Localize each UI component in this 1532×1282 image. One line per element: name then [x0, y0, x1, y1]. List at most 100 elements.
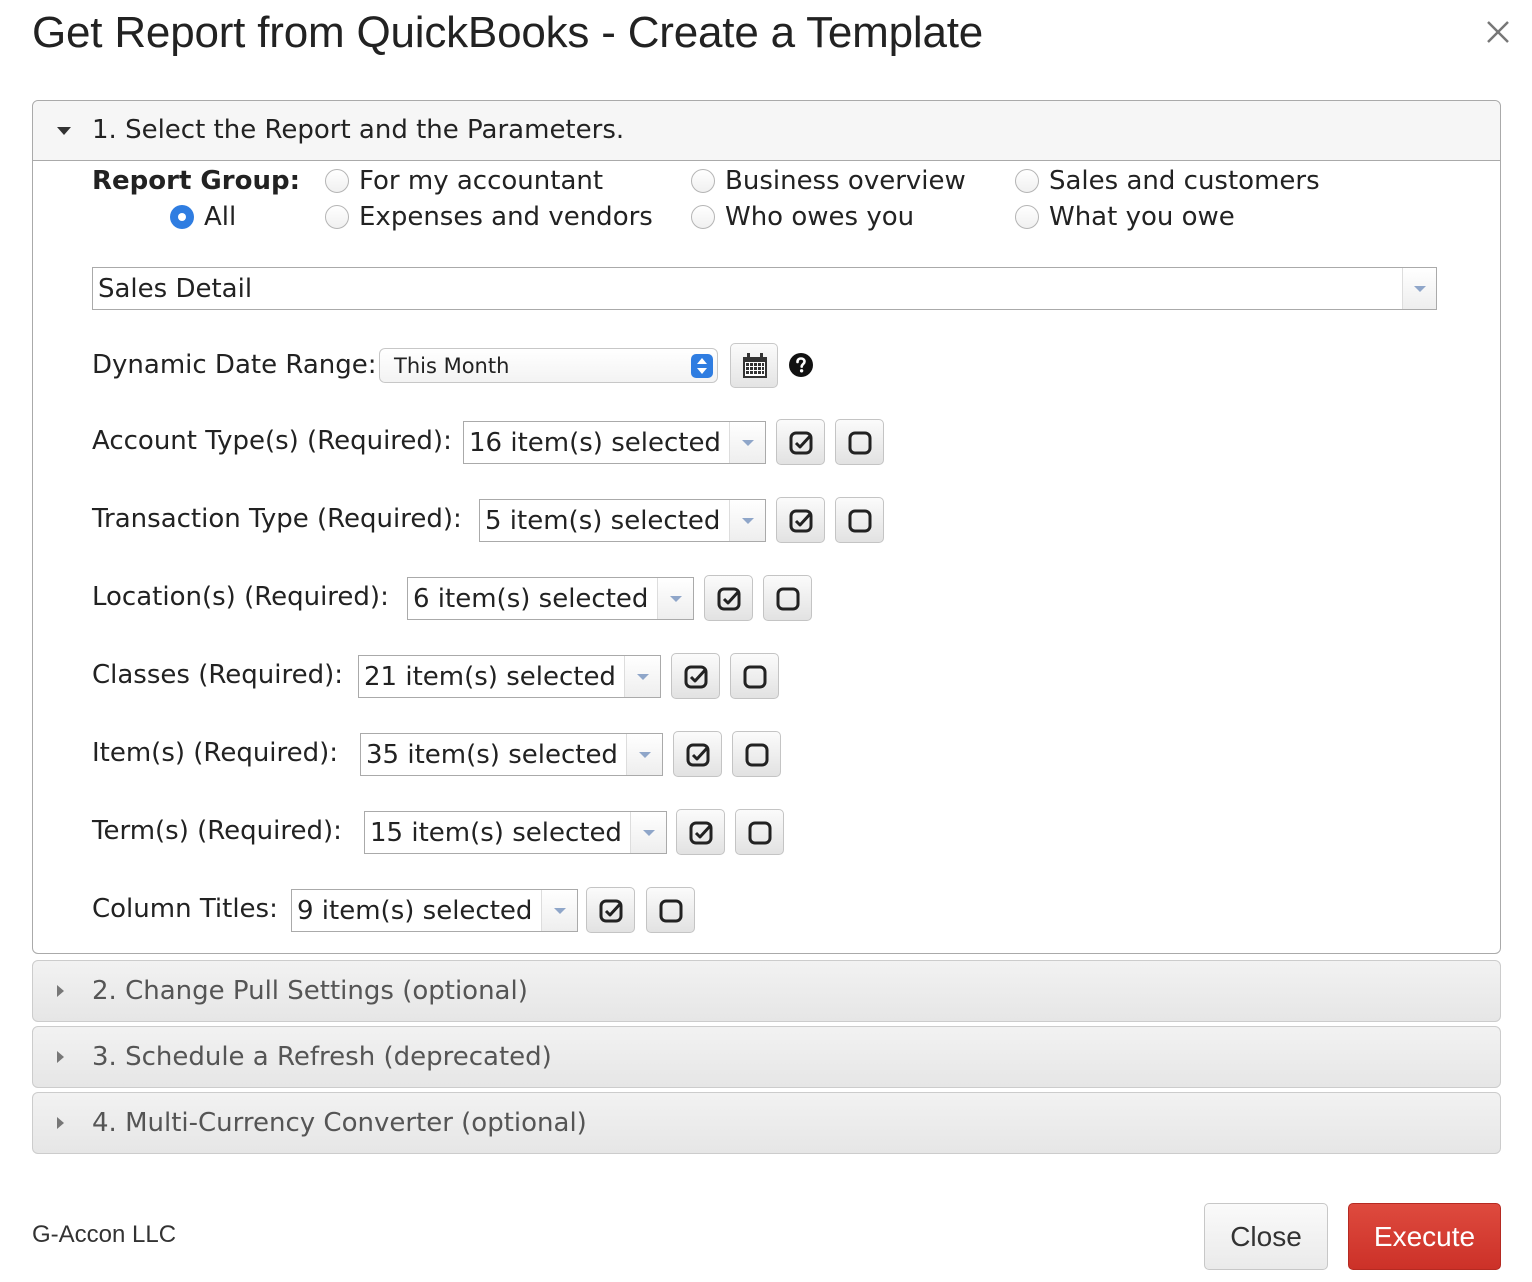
section-4-title: 4. Multi-Currency Converter (optional) [92, 1108, 587, 1138]
clear-all-icon [743, 665, 767, 689]
terms-label: Term(s) (Required): [92, 816, 342, 846]
clear-all-icon [848, 431, 872, 455]
items-clear-all-button[interactable] [732, 731, 781, 777]
dropdown-arrow-icon[interactable] [657, 578, 693, 619]
check-all-icon [689, 821, 713, 845]
section-1-header[interactable]: 1. Select the Report and the Parameters. [33, 101, 1500, 161]
items-value: 35 item(s) selected [366, 740, 618, 770]
radio-who-owes-you[interactable]: Who owes you [691, 202, 914, 232]
column-titles-label: Column Titles: [92, 894, 278, 924]
report-group-label: Report Group: [92, 166, 300, 196]
radio-expenses-and-vendors[interactable]: Expenses and vendors [325, 202, 653, 232]
terms-value: 15 item(s) selected [370, 818, 622, 848]
check-all-icon [789, 431, 813, 455]
terms-clear-all-button[interactable] [735, 809, 784, 855]
check-all-icon [686, 743, 710, 767]
radio-sales-and-customers[interactable]: Sales and customers [1015, 166, 1320, 196]
company-brand: G-Accon LLC [32, 1221, 177, 1248]
dropdown-arrow-icon[interactable] [541, 890, 577, 931]
check-all-icon [789, 509, 813, 533]
radio-what-you-owe[interactable]: What you owe [1015, 202, 1235, 232]
clear-all-icon [745, 743, 769, 767]
items-label: Item(s) (Required): [92, 738, 339, 768]
section-schedule-refresh[interactable]: 3. Schedule a Refresh (deprecated) [32, 1026, 1501, 1088]
radio-who-owes-you-label: Who owes you [725, 202, 915, 232]
classes-select[interactable]: 21 item(s) selected [358, 655, 661, 698]
dropdown-arrow-icon[interactable] [729, 422, 765, 463]
account-types-clear-all-button[interactable] [835, 419, 884, 465]
classes-label: Classes (Required): [92, 660, 343, 690]
dropdown-arrow-icon[interactable] [624, 656, 660, 697]
clear-all-icon [848, 509, 872, 533]
dialog-title: Get Report from QuickBooks - Create a Te… [32, 8, 984, 57]
section-select-report: 1. Select the Report and the Parameters.… [32, 100, 1501, 954]
locations-select[interactable]: 6 item(s) selected [407, 577, 694, 620]
transaction-type-value: 5 item(s) selected [485, 506, 721, 536]
radio-unchecked-icon [691, 205, 715, 229]
locations-select-all-button[interactable] [704, 575, 753, 621]
clear-all-icon [659, 899, 683, 923]
radio-unchecked-icon [325, 169, 349, 193]
section-pull-settings[interactable]: 2. Change Pull Settings (optional) [32, 960, 1501, 1022]
section-multi-currency[interactable]: 4. Multi-Currency Converter (optional) [32, 1092, 1501, 1154]
date-range-value: This Month [394, 354, 510, 378]
radio-expenses-and-vendors-label: Expenses and vendors [359, 202, 653, 232]
check-all-icon [684, 665, 708, 689]
calendar-icon [743, 353, 767, 378]
transaction-type-label: Transaction Type (Required): [92, 504, 462, 534]
section-1-title: 1. Select the Report and the Parameters. [92, 115, 625, 145]
column-titles-select-all-button[interactable] [586, 887, 635, 933]
dropdown-arrow-icon[interactable] [630, 812, 666, 853]
clear-all-icon [748, 821, 772, 845]
terms-select-all-button[interactable] [676, 809, 725, 855]
account-types-value: 16 item(s) selected [469, 428, 721, 458]
close-icon[interactable] [1484, 18, 1512, 46]
locations-clear-all-button[interactable] [763, 575, 812, 621]
account-types-select-all-button[interactable] [776, 419, 825, 465]
caret-right-icon [57, 985, 64, 997]
close-button[interactable]: Close [1204, 1203, 1328, 1270]
report-select[interactable]: Sales Detail [92, 267, 1437, 310]
select-stepper-icon [691, 354, 713, 378]
date-range-label: Dynamic Date Range: [92, 350, 377, 380]
radio-unchecked-icon [325, 205, 349, 229]
radio-business-overview-label: Business overview [725, 166, 966, 196]
caret-right-icon [57, 1117, 64, 1129]
radio-for-my-accountant[interactable]: For my accountant [325, 166, 603, 196]
radio-all-label: All [204, 202, 237, 232]
column-titles-clear-all-button[interactable] [646, 887, 695, 933]
dropdown-arrow-icon[interactable] [729, 500, 765, 541]
check-all-icon [599, 899, 623, 923]
help-icon[interactable] [789, 353, 813, 377]
date-range-select[interactable]: This Month [379, 348, 718, 383]
classes-select-all-button[interactable] [671, 653, 720, 699]
locations-label: Location(s) (Required): [92, 582, 389, 612]
dropdown-arrow-icon[interactable] [626, 734, 662, 775]
radio-checked-icon [170, 205, 194, 229]
transaction-type-select[interactable]: 5 item(s) selected [479, 499, 766, 542]
terms-select[interactable]: 15 item(s) selected [364, 811, 667, 854]
check-all-icon [717, 587, 741, 611]
items-select-all-button[interactable] [673, 731, 722, 777]
caret-down-icon [57, 127, 71, 135]
transaction-type-clear-all-button[interactable] [835, 497, 884, 543]
column-titles-value: 9 item(s) selected [297, 896, 533, 926]
account-types-label: Account Type(s) (Required): [92, 426, 452, 456]
clear-all-icon [776, 587, 800, 611]
classes-value: 21 item(s) selected [364, 662, 616, 692]
radio-business-overview[interactable]: Business overview [691, 166, 966, 196]
account-types-select[interactable]: 16 item(s) selected [463, 421, 766, 464]
transaction-type-select-all-button[interactable] [776, 497, 825, 543]
column-titles-select[interactable]: 9 item(s) selected [291, 889, 578, 932]
execute-button[interactable]: Execute [1348, 1203, 1501, 1270]
section-3-title: 3. Schedule a Refresh (deprecated) [92, 1042, 552, 1072]
calendar-button[interactable] [730, 343, 778, 388]
radio-sales-and-customers-label: Sales and customers [1049, 166, 1320, 196]
dropdown-arrow-icon[interactable] [1402, 268, 1436, 309]
radio-all[interactable]: All [170, 202, 236, 232]
items-select[interactable]: 35 item(s) selected [360, 733, 663, 776]
report-select-value: Sales Detail [98, 274, 253, 304]
section-2-title: 2. Change Pull Settings (optional) [92, 976, 528, 1006]
radio-unchecked-icon [691, 169, 715, 193]
classes-clear-all-button[interactable] [730, 653, 779, 699]
